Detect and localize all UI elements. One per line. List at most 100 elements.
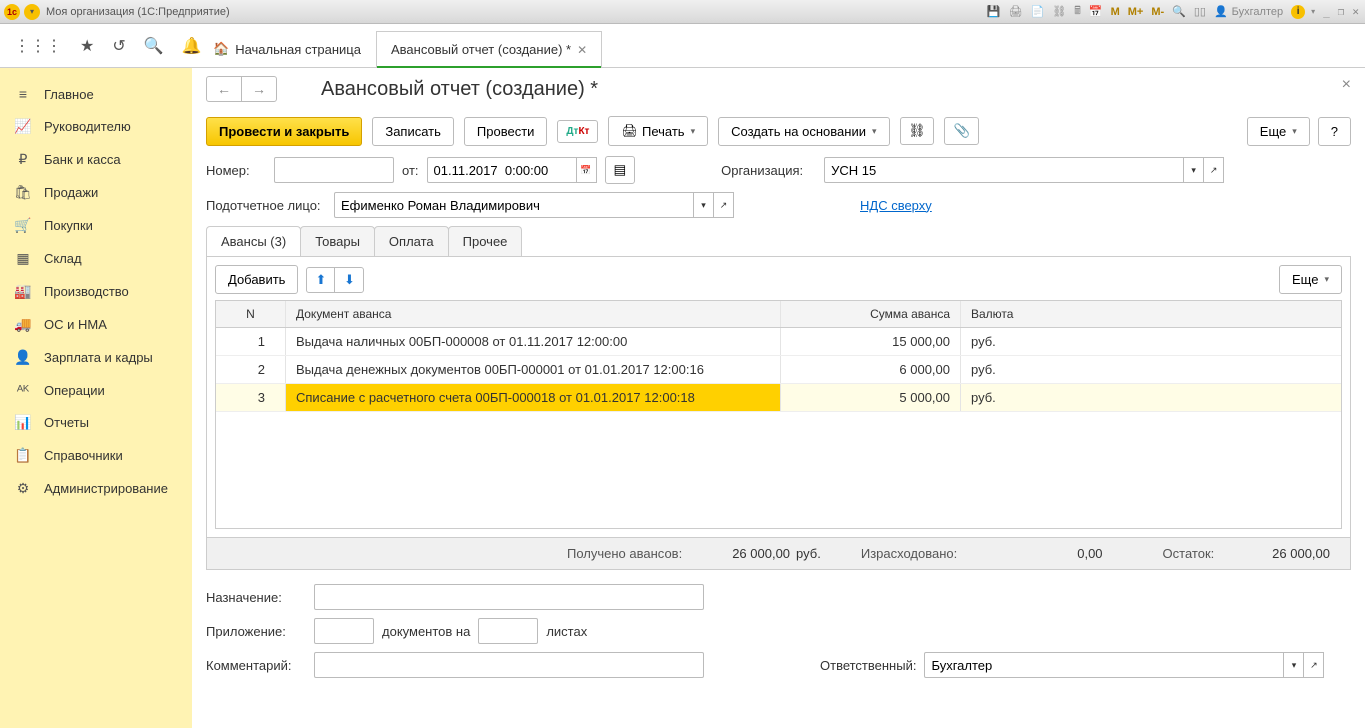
sidebar-item-assets[interactable]: 🚚ОС и НМА <box>0 308 192 341</box>
person-open-icon[interactable]: ↗ <box>714 192 734 218</box>
tab-other[interactable]: Прочее <box>448 226 523 256</box>
compare-icon[interactable]: ⛓ <box>1050 5 1068 18</box>
zoom-icon[interactable]: 🔍 <box>1170 5 1188 18</box>
col-n[interactable]: N <box>216 301 286 327</box>
sidebar-item-operations[interactable]: ᴬᴷОперации <box>0 374 192 406</box>
print-button[interactable]: 🖨Печать▾ <box>608 116 708 146</box>
date-extra-button[interactable]: ▤ <box>605 156 636 184</box>
sidebar-item-purchases[interactable]: 🛒Покупки <box>0 209 192 242</box>
more-button[interactable]: Еще▾ <box>1247 117 1310 146</box>
comment-field[interactable] <box>314 652 704 678</box>
post-close-button[interactable]: Провести и закрыть <box>206 117 362 146</box>
structure-button[interactable]: ⛓ <box>900 117 935 145</box>
attach-sheets-field[interactable] <box>478 618 538 644</box>
calc-icon[interactable]: 🖩 <box>1072 2 1083 21</box>
received-cur: руб. <box>796 546 821 561</box>
sidebar-item-directories[interactable]: 📋Справочники <box>0 439 192 472</box>
attach-label: Приложение: <box>206 624 306 639</box>
received-label: Получено авансов: <box>567 546 682 561</box>
grid-icon: ▦ <box>14 250 32 267</box>
table-row-selected[interactable]: 3 Списание с расчетного счета 00БП-00001… <box>216 384 1341 412</box>
nav-forward-icon[interactable]: → <box>242 77 276 101</box>
app-menu-icon[interactable]: ▾ <box>24 4 40 20</box>
tab-advances[interactable]: Авансы (3) <box>206 226 301 256</box>
sidebar-item-admin[interactable]: ⚙Администрирование <box>0 472 192 505</box>
attachment-button[interactable]: 📎 <box>944 117 979 145</box>
move-up-icon[interactable]: ⬆ <box>307 268 335 292</box>
sidebar-item-hr[interactable]: 👤Зарплата и кадры <box>0 341 192 374</box>
save-button[interactable]: Записать <box>372 117 454 146</box>
create-basis-button[interactable]: Создать на основании▾ <box>718 117 889 146</box>
content: × ← → Авансовый отчет (создание) * Прове… <box>192 68 1365 728</box>
table-row[interactable]: 2 Выдача денежных документов 00БП-000001… <box>216 356 1341 384</box>
apps-icon[interactable]: ⋮⋮⋮ <box>14 36 62 56</box>
panel-more-button[interactable]: Еще▾ <box>1279 265 1342 294</box>
sidebar-item-main[interactable]: ≡Главное <box>0 78 192 110</box>
org-field[interactable] <box>824 157 1184 183</box>
responsible-label: Ответственный: <box>820 658 916 673</box>
tab-goods[interactable]: Товары <box>300 226 375 256</box>
titlebar: 1c ▾ Моя организация (1С:Предприятие) 💾 … <box>0 0 1365 24</box>
user-menu[interactable]: 👤 Бухгалтер <box>1212 5 1287 18</box>
org-open-icon[interactable]: ↗ <box>1204 157 1224 183</box>
calendar-picker-icon[interactable]: 📅 <box>577 157 597 183</box>
nav-back-icon[interactable]: ← <box>207 77 242 101</box>
tab-active-document[interactable]: Авансовый отчет (создание) * ✕ <box>376 31 602 67</box>
spent-label: Израсходовано: <box>861 546 957 561</box>
m-minus-button[interactable]: M- <box>1149 6 1166 18</box>
info-icon[interactable]: i <box>1291 5 1305 19</box>
m-plus-button[interactable]: M+ <box>1126 6 1146 18</box>
responsible-dropdown-icon[interactable]: ▾ <box>1284 652 1304 678</box>
restore-icon[interactable]: ❐ <box>1336 5 1347 18</box>
m-button[interactable]: M <box>1109 6 1122 18</box>
tab-close-icon[interactable]: ✕ <box>577 43 587 57</box>
col-sum[interactable]: Сумма аванса <box>781 301 961 327</box>
sidebar-item-production[interactable]: 🏭Производство <box>0 275 192 308</box>
table-row[interactable]: 1 Выдача наличных 00БП-000008 от 01.11.2… <box>216 328 1341 356</box>
number-field[interactable] <box>274 157 394 183</box>
minimize-icon[interactable]: _ <box>1321 5 1332 18</box>
purpose-label: Назначение: <box>206 590 306 605</box>
calendar-icon[interactable]: 📅 <box>1087 5 1105 18</box>
sidebar-item-bank[interactable]: ₽Банк и касса <box>0 143 192 176</box>
sidebar-item-manager[interactable]: 📈Руководителю <box>0 110 192 143</box>
grid-header: N Документ аванса Сумма аванса Валюта <box>216 301 1341 328</box>
save-icon[interactable]: 💾 <box>985 5 1003 18</box>
dtkt-button[interactable]: ДтКт <box>557 120 598 143</box>
nds-link[interactable]: НДС сверху <box>860 198 932 213</box>
totals-bar: Получено авансов: 26 000,00 руб. Израсхо… <box>206 538 1351 570</box>
sidebar-item-reports[interactable]: 📊Отчеты <box>0 406 192 439</box>
copy-icon[interactable]: 📄 <box>1029 5 1047 18</box>
close-icon[interactable]: × <box>1342 76 1351 94</box>
post-button[interactable]: Провести <box>464 117 548 146</box>
bars-icon: 📊 <box>14 414 32 431</box>
print-icon[interactable]: 🖨 <box>1007 5 1025 18</box>
responsible-field[interactable] <box>924 652 1284 678</box>
col-doc[interactable]: Документ аванса <box>286 301 781 327</box>
search-icon[interactable]: 🔍 <box>144 36 164 56</box>
tab-home[interactable]: 🏠 Начальная страница <box>198 30 376 67</box>
sidebar-item-sales[interactable]: 🛍Продажи <box>0 176 192 209</box>
sidebar-item-warehouse[interactable]: ▦Склад <box>0 242 192 275</box>
person-dropdown-icon[interactable]: ▾ <box>694 192 714 218</box>
attach-docs-field[interactable] <box>314 618 374 644</box>
person-field[interactable] <box>334 192 694 218</box>
tab-payment[interactable]: Оплата <box>374 226 449 256</box>
add-button[interactable]: Добавить <box>215 265 298 294</box>
favorite-icon[interactable]: ★ <box>80 36 94 56</box>
history-icon[interactable]: ↺ <box>112 36 125 56</box>
balance-value: 26 000,00 <box>1272 546 1330 561</box>
move-down-icon[interactable]: ⬇ <box>335 268 363 292</box>
balance-label: Остаток: <box>1163 546 1215 561</box>
panels-icon[interactable]: ▯▯ <box>1192 5 1208 18</box>
close-window-icon[interactable]: ✕ <box>1350 5 1361 18</box>
col-cur[interactable]: Валюта <box>961 301 1341 327</box>
date-field[interactable] <box>427 157 577 183</box>
from-label: от: <box>402 163 419 178</box>
org-dropdown-icon[interactable]: ▾ <box>1184 157 1204 183</box>
responsible-open-icon[interactable]: ↗ <box>1304 652 1324 678</box>
page-title: Авансовый отчет (создание) * <box>321 78 598 101</box>
info-dropdown-icon[interactable]: ▾ <box>1309 7 1317 16</box>
help-button[interactable]: ? <box>1318 117 1351 146</box>
purpose-field[interactable] <box>314 584 704 610</box>
